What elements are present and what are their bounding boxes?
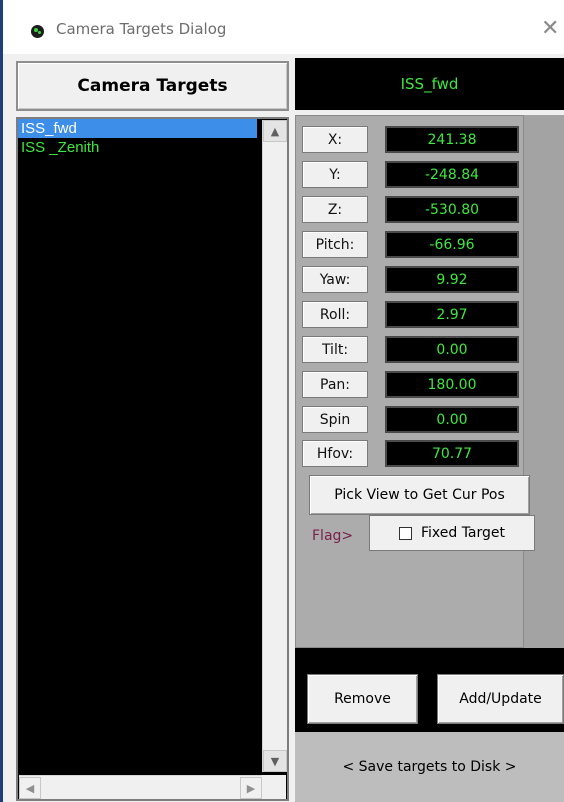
field-value[interactable]: 0.00	[385, 406, 519, 433]
field-value[interactable]: 180.00	[385, 371, 519, 398]
scroll-left-arrow-icon[interactable]: ◀	[19, 777, 41, 799]
window-title: Camera Targets Dialog	[56, 20, 227, 38]
field-label[interactable]: Tilt:	[302, 336, 368, 363]
horizontal-scrollbar[interactable]: ◀ ▶	[19, 775, 262, 799]
camera-targets-dialog: Camera Targets Dialog ✕ Camera Targets I…	[0, 0, 564, 802]
field-value[interactable]: 2.97	[385, 301, 519, 328]
pick-view-button[interactable]: Pick View to Get Cur Pos	[309, 475, 530, 515]
field-value[interactable]: 0.00	[385, 336, 519, 363]
field-label[interactable]: Hfov:	[302, 440, 368, 467]
flag-label: Flag>	[312, 528, 354, 544]
fixed-target-label: Fixed Target	[420, 525, 506, 541]
remove-button[interactable]: Remove	[307, 674, 418, 724]
field-label[interactable]: Yaw:	[302, 266, 368, 293]
field-value[interactable]: 70.77	[385, 440, 519, 467]
field-label[interactable]: Pan:	[302, 371, 368, 398]
field-value[interactable]: -530.80	[385, 196, 519, 223]
field-label[interactable]: Y:	[302, 161, 368, 188]
field-label[interactable]: Roll:	[302, 301, 368, 328]
scroll-up-arrow-icon[interactable]: ▲	[263, 120, 287, 142]
title-bar: Camera Targets Dialog ✕	[3, 0, 564, 54]
scroll-right-arrow-icon[interactable]: ▶	[240, 777, 262, 799]
field-label[interactable]: Pitch:	[302, 231, 368, 258]
scroll-down-arrow-icon[interactable]: ▼	[263, 750, 287, 772]
panel-gutter	[524, 115, 564, 648]
field-label[interactable]: X:	[302, 126, 368, 153]
field-value[interactable]: 9.92	[385, 266, 519, 293]
action-bar: Remove Add/Update	[295, 648, 564, 732]
field-value[interactable]: -248.84	[385, 161, 519, 188]
app-icon	[31, 25, 44, 38]
save-targets-button[interactable]: < Save targets to Disk >	[295, 732, 564, 802]
camera-targets-header-button[interactable]: Camera Targets	[16, 61, 289, 111]
fixed-target-checkbox[interactable]: Fixed Target	[369, 515, 535, 551]
add-update-button[interactable]: Add/Update	[437, 674, 564, 724]
window-edge	[0, 0, 3, 802]
vertical-scrollbar[interactable]: ▲ ▼	[262, 120, 287, 772]
field-label[interactable]: Z:	[302, 196, 368, 223]
close-icon[interactable]: ✕	[541, 16, 559, 41]
target-properties-panel: X: 241.38 Y: -248.84 Z: -530.80 Pitch: -…	[295, 115, 564, 648]
list-item[interactable]: ISS_fwd	[18, 119, 257, 138]
list-item[interactable]: ISS _Zenith	[18, 138, 257, 157]
targets-list[interactable]: ISS_fwd ISS _Zenith ▲ ▼ ◀ ▶	[16, 117, 289, 801]
checkbox-icon[interactable]	[398, 526, 412, 540]
resize-grip-icon	[262, 775, 286, 799]
field-value[interactable]: 241.38	[385, 126, 519, 153]
field-label[interactable]: Spin	[302, 406, 368, 433]
field-value[interactable]: -66.96	[385, 231, 519, 258]
selected-target-name: ISS_fwd	[295, 58, 564, 110]
fields-area: X: 241.38 Y: -248.84 Z: -530.80 Pitch: -…	[295, 115, 524, 648]
